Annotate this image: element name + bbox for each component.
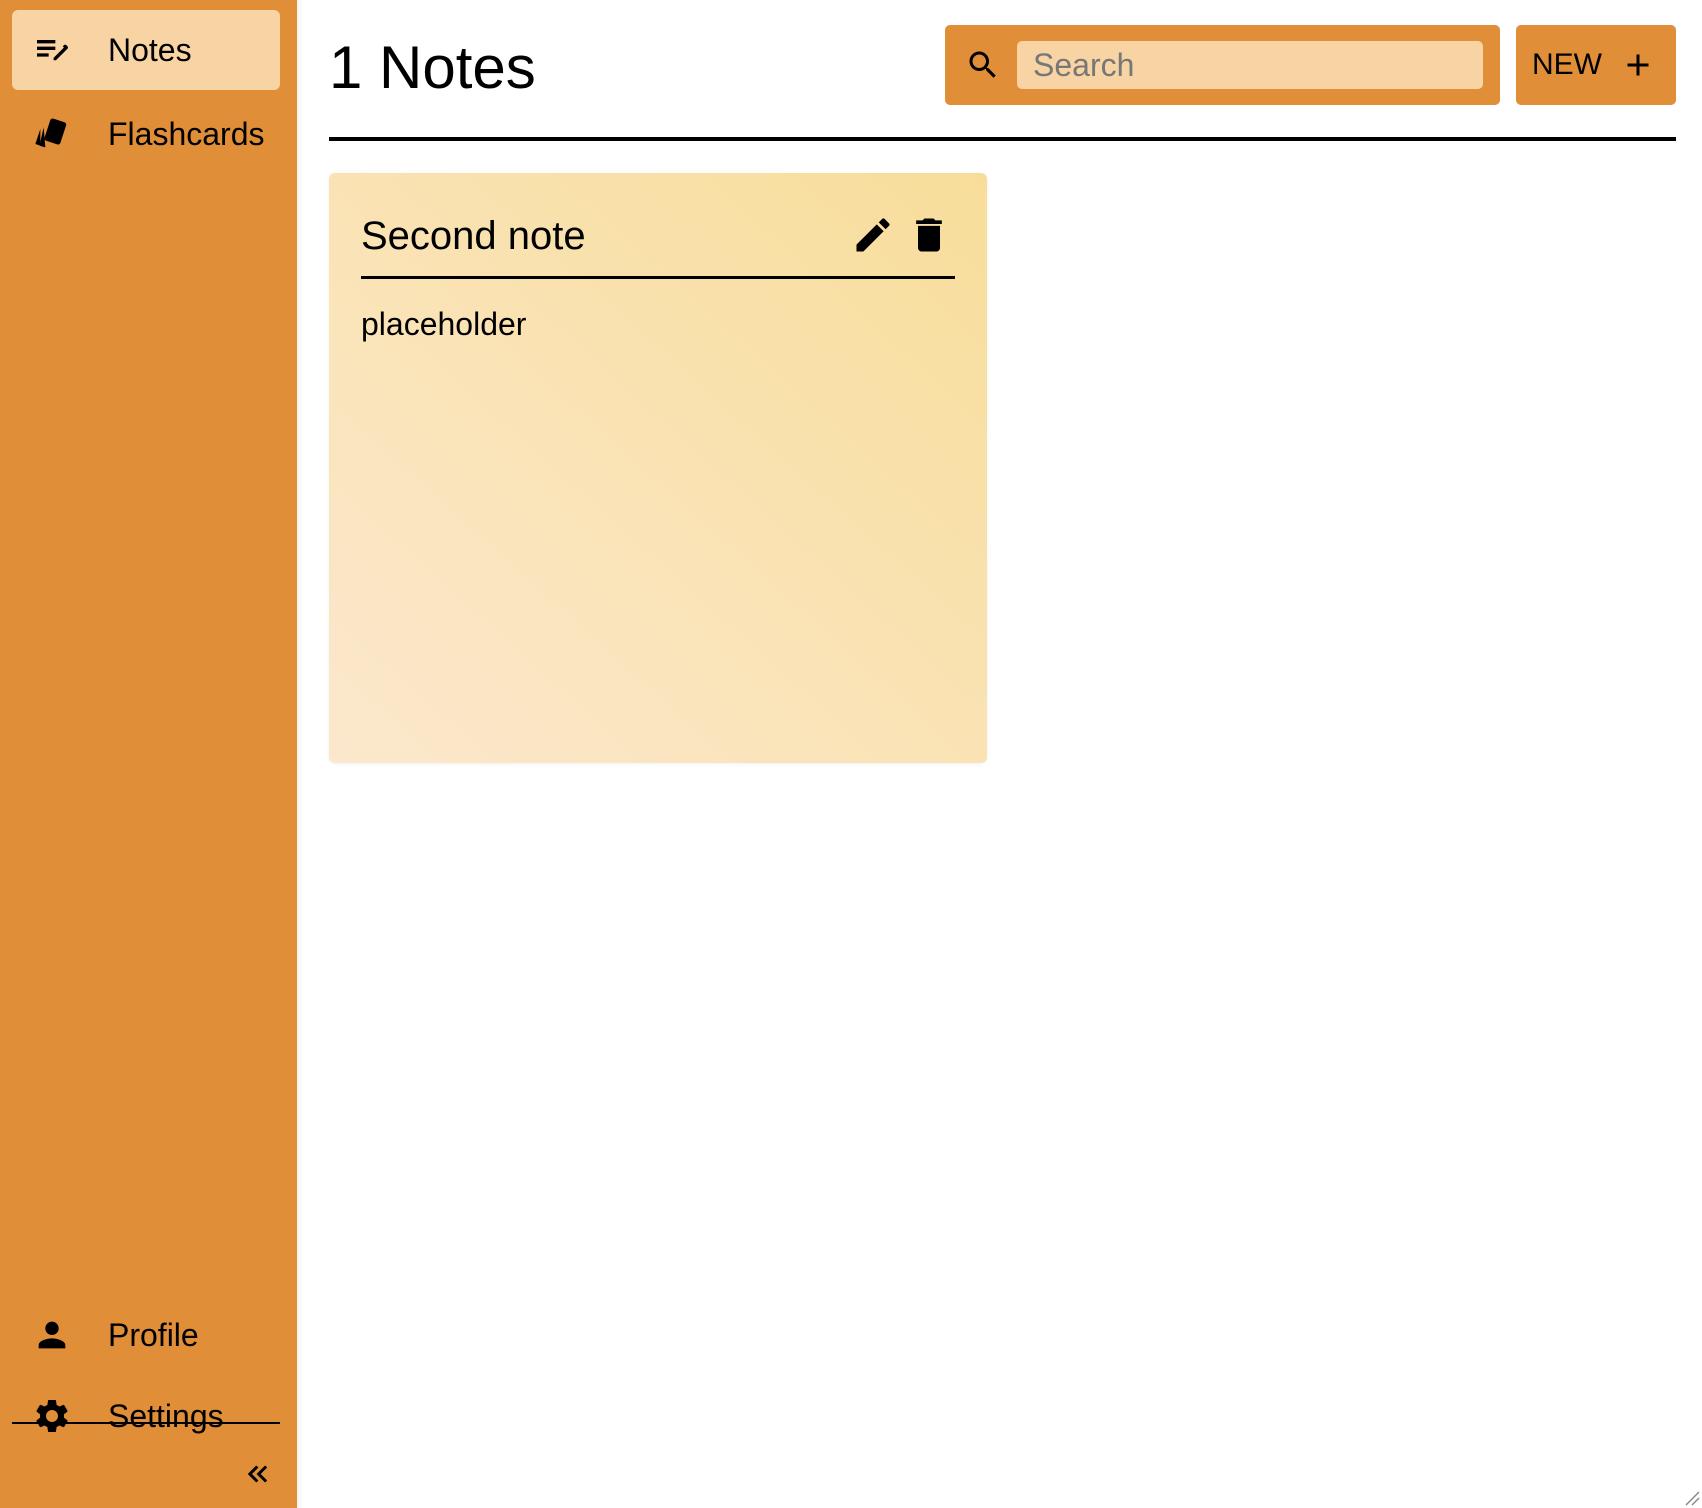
double-chevron-left-icon xyxy=(247,1465,268,1483)
sidebar-item-settings[interactable]: Settings xyxy=(12,1376,280,1456)
notes-edit-icon xyxy=(32,30,72,70)
collapse-sidebar-button[interactable] xyxy=(238,1456,278,1492)
delete-trash-icon[interactable] xyxy=(907,213,951,257)
edit-pencil-icon[interactable] xyxy=(851,213,895,257)
plus-icon xyxy=(1627,54,1649,76)
header-divider xyxy=(329,137,1676,141)
gear-icon xyxy=(32,1396,72,1436)
resize-grip-icon[interactable] xyxy=(1680,1486,1700,1506)
note-divider xyxy=(361,276,955,279)
page-title: 1 Notes xyxy=(329,34,536,101)
note-body: placeholder xyxy=(361,306,527,342)
sidebar-item-profile[interactable]: Profile xyxy=(12,1295,280,1375)
sidebar-divider xyxy=(12,1422,280,1424)
sidebar-item-label: Notes xyxy=(108,32,192,68)
note-title: Second note xyxy=(361,214,586,258)
sidebar-item-notes[interactable]: Notes xyxy=(12,10,280,90)
sidebar: Notes Flashcards Profile Settings xyxy=(0,0,297,1508)
new-note-button[interactable]: NEW xyxy=(1516,25,1676,105)
sidebar-shadow xyxy=(297,0,303,1508)
new-button-label: NEW xyxy=(1532,48,1602,81)
search-box xyxy=(945,25,1500,105)
flashcards-icon xyxy=(32,114,72,154)
note-card[interactable]: Second note placeholder xyxy=(329,173,987,763)
search-icon[interactable] xyxy=(965,47,1001,83)
sidebar-item-label: Flashcards xyxy=(108,116,265,152)
search-input[interactable] xyxy=(1017,41,1483,89)
sidebar-item-flashcards[interactable]: Flashcards xyxy=(12,94,280,174)
sidebar-item-label: Settings xyxy=(108,1398,224,1434)
person-icon xyxy=(32,1315,72,1355)
sidebar-item-label: Profile xyxy=(108,1317,199,1353)
